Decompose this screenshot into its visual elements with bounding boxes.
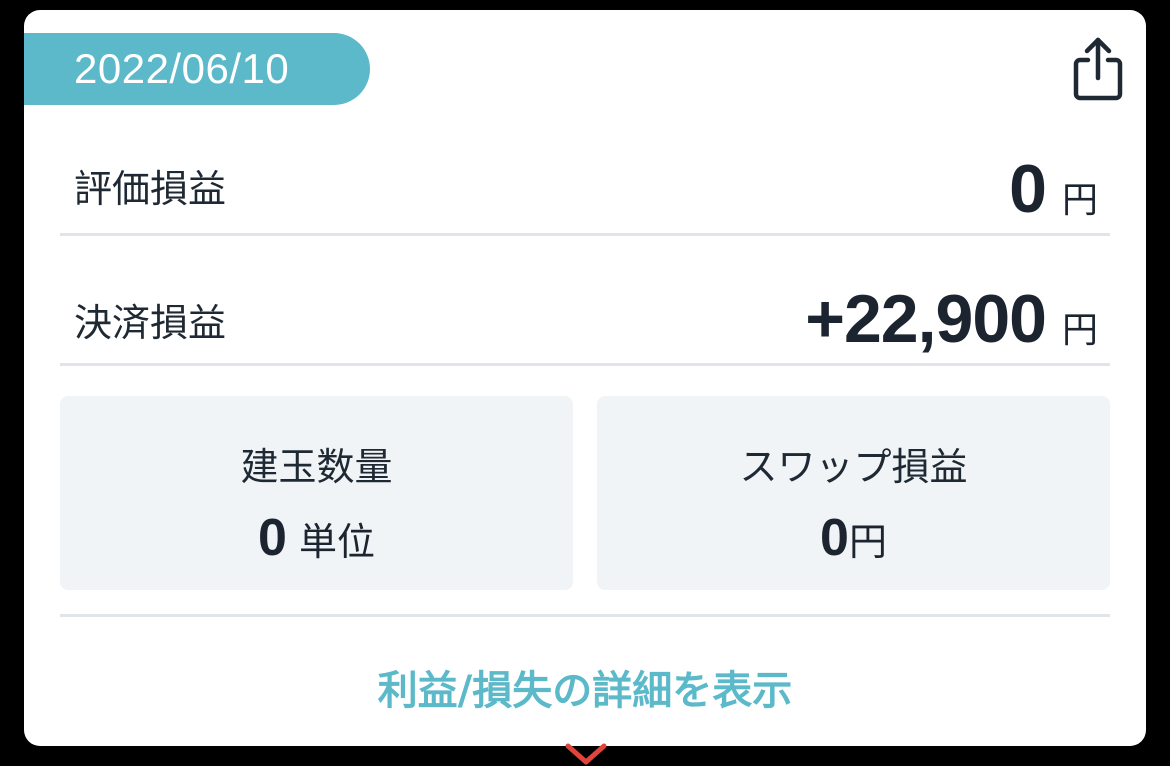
swap-pl-label: スワップ損益 — [739, 445, 968, 489]
swap-pl-unit: 円 — [848, 520, 887, 564]
share-icon — [1073, 37, 1123, 101]
swap-pl-value-group: 0 円 — [597, 508, 1110, 568]
unrealized-pl-label: 評価損益 — [74, 167, 227, 211]
date-badge: 2022/06/10 — [24, 33, 370, 105]
swap-pl-box: スワップ損益 0 円 — [597, 396, 1110, 590]
position-quantity-label: 建玉数量 — [240, 445, 393, 489]
divider — [60, 614, 1110, 617]
share-button[interactable] — [1070, 36, 1126, 102]
position-quantity-unit: 単位 — [298, 520, 375, 564]
position-quantity-value-group: 0 単位 — [60, 508, 573, 568]
chevron-down-icon[interactable] — [564, 742, 608, 766]
unrealized-pl-value: 0 — [1009, 151, 1047, 227]
unrealized-pl-row: 評価損益 0 円 — [60, 106, 1110, 236]
realized-pl-unit: 円 — [1061, 310, 1098, 351]
swap-pl-value: 0 — [820, 509, 849, 567]
position-quantity-value: 0 — [258, 509, 287, 567]
profit-loss-card: 2022/06/10 評価損益 0 円 決済損益 +22,900 円 建玉数量 … — [24, 10, 1146, 746]
unrealized-pl-value-group: 0 円 — [1009, 150, 1098, 228]
realized-pl-value: +22,900 — [805, 281, 1047, 357]
unrealized-pl-unit: 円 — [1061, 180, 1098, 221]
show-details-link[interactable]: 利益/損失の詳細を表示 — [24, 658, 1146, 716]
position-quantity-box: 建玉数量 0 単位 — [60, 396, 573, 590]
realized-pl-label: 決済損益 — [74, 301, 227, 345]
realized-pl-value-group: +22,900 円 — [805, 280, 1098, 358]
realized-pl-row: 決済損益 +22,900 円 — [60, 236, 1110, 366]
